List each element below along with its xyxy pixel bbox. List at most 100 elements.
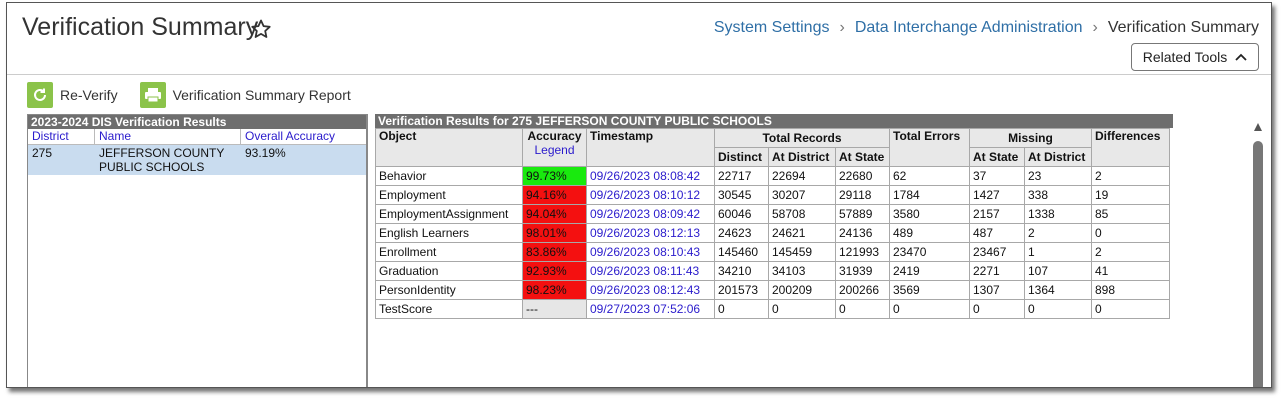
total-errors-cell: 3569: [889, 280, 970, 300]
star-icon[interactable]: [249, 17, 273, 41]
header-at-state: At State: [835, 147, 890, 167]
report-button[interactable]: Verification Summary Report: [139, 82, 351, 108]
missing-at-state-cell: 1307: [969, 280, 1025, 300]
table-row: PersonIdentity 98.23% 09/26/2023 08:12:43 2…: [375, 280, 1170, 300]
distinct-cell: 60046: [714, 204, 769, 224]
header-at-district: At District: [768, 147, 836, 167]
header-missing-at-state: At State: [969, 147, 1025, 167]
at-district-cell: 34103: [768, 261, 836, 281]
breadcrumb-data-interchange[interactable]: Data Interchange Administration: [855, 19, 1083, 37]
missing-at-state-cell: 2157: [969, 204, 1025, 224]
object-cell: PersonIdentity: [375, 280, 523, 300]
differences-cell: 19: [1091, 185, 1170, 205]
distinct-cell: 34210: [714, 261, 769, 281]
accuracy-cell: 92.93%: [522, 261, 587, 281]
timestamp-link[interactable]: 09/26/2023 08:10:12: [586, 185, 715, 205]
accuracy-cell: 99.73%: [522, 166, 587, 186]
scroll-up-icon[interactable]: [1253, 121, 1263, 133]
differences-cell: 85: [1091, 204, 1170, 224]
total-errors-cell: 3580: [889, 204, 970, 224]
district-results-header: District Name Overall Accuracy: [28, 129, 367, 145]
missing-at-state-cell: 2271: [969, 261, 1025, 281]
total-errors-cell: 489: [889, 223, 970, 243]
column-overall-accuracy[interactable]: Overall Accuracy: [241, 129, 367, 144]
timestamp-link[interactable]: 09/26/2023 08:12:43: [586, 280, 715, 300]
missing-at-state-cell: 1427: [969, 185, 1025, 205]
district-row[interactable]: 275 JEFFERSON COUNTY PUBLIC SCHOOLS 93.1…: [28, 145, 367, 175]
total-errors-cell: 23470: [889, 242, 970, 262]
at-state-cell: 200266: [835, 280, 890, 300]
total-errors-cell: 2419: [889, 261, 970, 281]
timestamp-link[interactable]: 09/26/2023 08:12:13: [586, 223, 715, 243]
differences-cell: 41: [1091, 261, 1170, 281]
header-missing: Missing: [969, 128, 1092, 148]
missing-at-district-cell: 0: [1024, 299, 1092, 319]
vertical-scrollbar[interactable]: [1253, 141, 1263, 387]
at-state-cell: 31939: [835, 261, 890, 281]
table-row: Employment 94.16% 09/26/2023 08:10:12 30545…: [375, 185, 1170, 205]
timestamp-link[interactable]: 09/26/2023 08:09:42: [586, 204, 715, 224]
legend-link[interactable]: Legend: [526, 143, 583, 157]
at-district-cell: 24621: [768, 223, 836, 243]
at-state-cell: 121993: [835, 242, 890, 262]
table-row: English Learners 98.01% 09/26/2023 08:12:1…: [375, 223, 1170, 243]
object-cell: EmploymentAssignment: [375, 204, 523, 224]
breadcrumb-current: Verification Summary: [1107, 19, 1259, 36]
at-district-cell: 58708: [768, 204, 836, 224]
timestamp-link[interactable]: 09/26/2023 08:10:43: [586, 242, 715, 262]
at-district-cell: 30207: [768, 185, 836, 205]
object-cell: Employment: [375, 185, 523, 205]
accuracy-cell: 98.01%: [522, 223, 587, 243]
chevron-up-icon: [1235, 53, 1247, 61]
missing-at-state-cell: 0: [969, 299, 1025, 319]
verification-results-table: Object Accuracy Legend Timestamp Total R…: [375, 128, 1170, 319]
timestamp-link[interactable]: 09/27/2023 07:52:06: [586, 299, 715, 319]
breadcrumb: System Settings › Data Interchange Admin…: [714, 19, 1259, 37]
panel-divider: [366, 114, 367, 387]
at-state-cell: 0: [835, 299, 890, 319]
breadcrumb-system-settings[interactable]: System Settings: [714, 19, 830, 37]
differences-cell: 2: [1091, 242, 1170, 262]
district-name: JEFFERSON COUNTY PUBLIC SCHOOLS: [99, 146, 225, 174]
header-object: Object: [375, 128, 523, 167]
accuracy-cell: 98.23%: [522, 280, 587, 300]
table-row: Behavior 99.73% 09/26/2023 08:08:42 22717 22…: [375, 166, 1170, 186]
at-district-cell: 0: [768, 299, 836, 319]
reverify-label: Re-Verify: [60, 87, 118, 103]
header-missing-at-district: At District: [1024, 147, 1092, 167]
missing-at-district-cell: 1: [1024, 242, 1092, 262]
timestamp-link[interactable]: 09/26/2023 08:11:43: [586, 261, 715, 281]
table-row: Graduation 92.93% 09/26/2023 08:11:43 34210…: [375, 261, 1170, 281]
timestamp-link[interactable]: 09/26/2023 08:08:42: [586, 166, 715, 186]
distinct-cell: 0: [714, 299, 769, 319]
missing-at-district-cell: 107: [1024, 261, 1092, 281]
total-errors-cell: 62: [889, 166, 970, 186]
related-tools-label: Related Tools: [1142, 49, 1228, 65]
verification-results-body: Behavior 99.73% 09/26/2023 08:08:42 22717 22…: [375, 166, 1170, 319]
missing-at-state-cell: 487: [969, 223, 1025, 243]
object-cell: Behavior: [375, 166, 523, 186]
object-cell: TestScore: [375, 299, 523, 319]
overall-accuracy: 93.19%: [245, 146, 286, 160]
page-title: Verification Summary: [22, 13, 259, 41]
page-header: Verification Summary System Settings › D…: [7, 3, 1271, 73]
district-results-title: 2023-2024 DIS Verification Results: [28, 115, 367, 129]
differences-cell: 2: [1091, 166, 1170, 186]
refresh-icon: [27, 82, 53, 108]
object-cell: English Learners: [375, 223, 523, 243]
accuracy-cell: 94.04%: [522, 204, 587, 224]
column-district[interactable]: District: [28, 129, 95, 144]
at-state-cell: 22680: [835, 166, 890, 186]
missing-at-district-cell: 1338: [1024, 204, 1092, 224]
header-timestamp: Timestamp: [586, 128, 715, 167]
reverify-button[interactable]: Re-Verify: [27, 82, 118, 108]
table-row: Enrollment 83.86% 09/26/2023 08:10:43 14546…: [375, 242, 1170, 262]
column-name[interactable]: Name: [95, 129, 241, 144]
district-id: 275: [32, 146, 53, 160]
distinct-cell: 22717: [714, 166, 769, 186]
object-cell: Enrollment: [375, 242, 523, 262]
missing-at-district-cell: 1364: [1024, 280, 1092, 300]
related-tools-button[interactable]: Related Tools: [1131, 43, 1259, 71]
toolbar: Re-Verify Verification Summary Report: [27, 81, 373, 109]
report-label: Verification Summary Report: [172, 87, 351, 103]
